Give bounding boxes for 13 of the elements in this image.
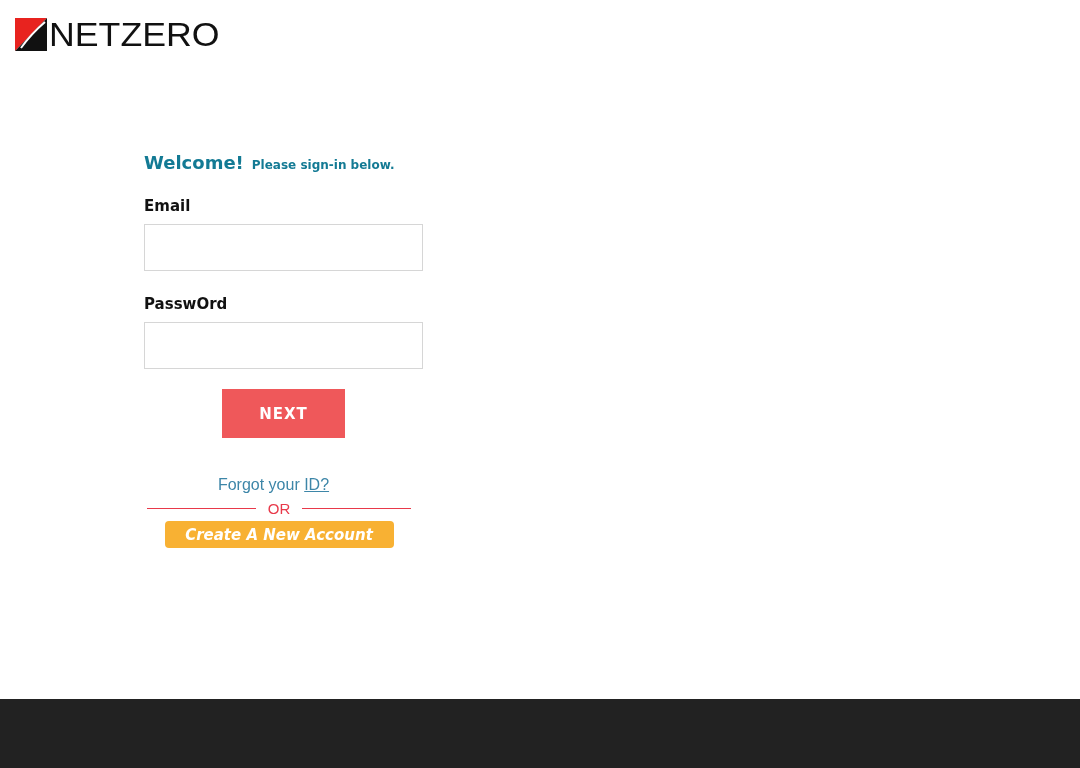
welcome-subtitle: Please sign-in below. [251,158,395,172]
next-button[interactable]: NEXT [222,389,345,438]
field-label: Email [144,197,192,215]
welcome-title: Welcome! [144,152,244,173]
forgot-id-link[interactable]: ID? [304,476,330,493]
logo-text: NETZERO [49,18,220,51]
field-label: PasswOrd [144,295,229,313]
forgot-text: Forgot your ID? [216,476,331,494]
or-separator: OR [267,500,291,517]
create-account-button[interactable]: Create A New Account [164,521,394,548]
input-field[interactable] [144,322,423,369]
input-field[interactable] [144,224,423,271]
logo-mark-icon [15,18,47,51]
